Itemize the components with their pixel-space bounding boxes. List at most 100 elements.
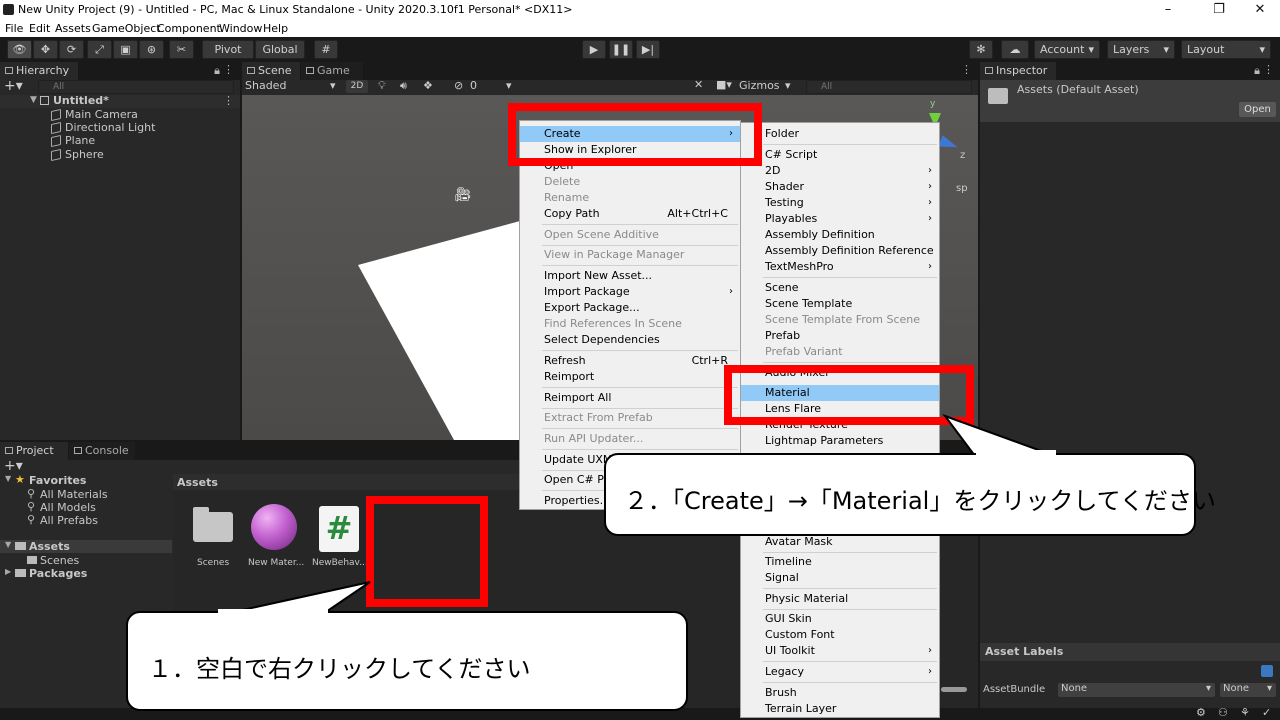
menu-file[interactable]: File bbox=[5, 22, 23, 35]
menu-item-refresh[interactable]: Refresh Ctrl+R bbox=[520, 353, 740, 369]
tab-game[interactable]: Game bbox=[301, 62, 363, 80]
menu-item-assembly-definition-reference[interactable]: Assembly Definition Reference bbox=[741, 243, 939, 259]
menu-item-signal[interactable]: Signal bbox=[741, 570, 939, 586]
hierarchy-search-input[interactable]: All bbox=[38, 80, 234, 94]
asset-variant-dropdown[interactable]: None ▾ bbox=[1220, 683, 1276, 697]
add-object-button[interactable]: +▾ bbox=[4, 78, 23, 94]
menu-item-prefab[interactable]: Prefab bbox=[741, 328, 939, 344]
menu-item-textmeshpro[interactable]: TextMeshPro › bbox=[741, 259, 939, 275]
menu-item-physic-material[interactable]: Physic Material bbox=[741, 591, 939, 607]
collapse-arrow-icon[interactable]: ▶ bbox=[5, 567, 11, 576]
menu-window[interactable]: Window bbox=[219, 22, 262, 35]
kebab-menu-icon[interactable]: ⋮ bbox=[1263, 63, 1274, 76]
cache-icon[interactable]: ⚇ bbox=[1218, 706, 1228, 719]
view-tool-button[interactable]: 👁 bbox=[7, 40, 32, 59]
pivot-toggle[interactable]: Pivot bbox=[202, 40, 254, 59]
layout-dropdown[interactable]: Layout ▾ bbox=[1181, 40, 1271, 59]
menu-item-folder[interactable]: Folder bbox=[741, 126, 939, 142]
rect-tool-button[interactable]: ▣ bbox=[113, 40, 138, 59]
global-toggle[interactable]: Global bbox=[255, 40, 305, 59]
menu-item-csharp-script[interactable]: C# Script bbox=[741, 147, 939, 163]
tab-console[interactable]: Console bbox=[69, 442, 135, 460]
rotate-tool-button[interactable]: ⟳ bbox=[59, 40, 84, 59]
effects-icon[interactable]: ❖ bbox=[423, 79, 433, 92]
tools-icon[interactable]: ✕ bbox=[694, 78, 703, 91]
scene-search-input[interactable]: All bbox=[806, 80, 972, 94]
hierarchy-item[interactable]: Directional Light bbox=[0, 121, 240, 135]
tab-inspector[interactable]: Inspector bbox=[980, 62, 1056, 80]
collab-button[interactable]: ✻ bbox=[969, 40, 993, 59]
layers-dropdown[interactable]: Layers ▾ bbox=[1107, 40, 1175, 59]
menu-item-select-dependencies[interactable]: Select Dependencies bbox=[520, 332, 740, 348]
visibility-icon[interactable]: ⊘ bbox=[454, 79, 463, 92]
open-button[interactable]: Open bbox=[1239, 102, 1276, 117]
menu-item-import-package[interactable]: Import Package › bbox=[520, 284, 740, 300]
menu-edit[interactable]: Edit bbox=[29, 22, 50, 35]
menu-help[interactable]: Help bbox=[263, 22, 288, 35]
check-icon[interactable]: ✓ bbox=[1262, 706, 1271, 719]
menu-item-scene-template[interactable]: Scene Template bbox=[741, 296, 939, 312]
tab-scene[interactable]: Scene bbox=[242, 62, 300, 80]
zoom-slider[interactable] bbox=[941, 687, 967, 692]
menu-item-terrain-layer[interactable]: Terrain Layer bbox=[741, 701, 939, 717]
scene-row[interactable]: ▼ Untitled* ⋮ bbox=[0, 94, 240, 108]
lock-icon[interactable]: 🔒︎ bbox=[1254, 64, 1260, 78]
grid-snap-button[interactable]: # bbox=[314, 40, 338, 59]
gizmos-dropdown[interactable]: Gizmos ▾ bbox=[739, 79, 795, 93]
breadcrumb-assets[interactable]: Assets bbox=[177, 476, 218, 489]
favorite-item[interactable]: ⚲ All Prefabs bbox=[0, 513, 172, 527]
menu-item-lightmap-parameters[interactable]: Lightmap Parameters bbox=[741, 433, 939, 449]
pause-button[interactable]: ❚❚ bbox=[609, 40, 633, 59]
scenes-folder-row[interactable]: Scenes bbox=[0, 554, 172, 567]
play-button[interactable]: ▶ bbox=[582, 40, 606, 59]
kebab-menu-icon[interactable]: ⋮ bbox=[961, 63, 972, 76]
account-dropdown[interactable]: Account ▾ bbox=[1034, 40, 1100, 59]
mode-2d-toggle[interactable]: 2D bbox=[346, 80, 368, 93]
cloud-button[interactable]: ☁ bbox=[1001, 40, 1029, 59]
maximize-button[interactable]: ❐ bbox=[1209, 2, 1229, 17]
favorites-row[interactable]: ▼ ★ Favorites bbox=[0, 473, 172, 487]
menu-item-copy-path[interactable]: Copy Path Alt+Ctrl+C bbox=[520, 206, 740, 222]
menu-item-reimport-all[interactable]: Reimport All bbox=[520, 390, 740, 406]
menu-item-scene[interactable]: Scene bbox=[741, 280, 939, 296]
menu-item-gui-skin[interactable]: GUI Skin bbox=[741, 611, 939, 627]
kebab-menu-icon[interactable]: ⋮ bbox=[223, 94, 234, 107]
hierarchy-item[interactable]: Sphere bbox=[0, 148, 240, 162]
expand-arrow-icon[interactable]: ▼ bbox=[5, 474, 11, 483]
menu-item-shader[interactable]: Shader › bbox=[741, 179, 939, 195]
hierarchy-item[interactable]: Plane bbox=[0, 134, 240, 148]
menu-item-testing[interactable]: Testing › bbox=[741, 195, 939, 211]
menu-item-custom-font[interactable]: Custom Font bbox=[741, 627, 939, 643]
expand-arrow-icon[interactable]: ▼ bbox=[30, 95, 37, 105]
menu-assets[interactable]: Assets bbox=[55, 22, 91, 35]
assets-folder-row[interactable]: ▼ Assets bbox=[0, 540, 172, 553]
menu-item-reimport[interactable]: Reimport bbox=[520, 369, 740, 385]
kebab-menu-icon[interactable]: ⋮ bbox=[223, 63, 234, 76]
lock-icon[interactable]: 🔒︎ bbox=[214, 64, 220, 78]
menu-item-assembly-definition[interactable]: Assembly Definition bbox=[741, 227, 939, 243]
transform-tool-button[interactable]: ⊛ bbox=[139, 40, 164, 59]
label-tag-icon[interactable] bbox=[1261, 665, 1273, 677]
camera-icon[interactable]: ■▾ bbox=[716, 78, 732, 91]
shading-mode-dropdown[interactable]: Shaded ▾ bbox=[242, 79, 342, 94]
custom-tool-button[interactable]: ✂ bbox=[169, 40, 194, 59]
move-tool-button[interactable]: ✥ bbox=[33, 40, 58, 59]
favorite-item[interactable]: ⚲ All Materials bbox=[0, 487, 172, 501]
menu-item-brush[interactable]: Brush bbox=[741, 685, 939, 701]
expand-arrow-icon[interactable]: ▼ bbox=[5, 540, 11, 549]
bug-icon[interactable]: ⚘ bbox=[1240, 706, 1250, 719]
menu-gameobject[interactable]: GameObject bbox=[92, 22, 161, 35]
menu-item-playables[interactable]: Playables › bbox=[741, 211, 939, 227]
menu-item-import-new-asset[interactable]: Import New Asset... bbox=[520, 268, 740, 284]
progress-icon[interactable]: ⚙ bbox=[1196, 706, 1206, 719]
asset-bundle-dropdown[interactable]: None ▾ bbox=[1058, 683, 1215, 697]
audio-icon[interactable]: 🔊︎ bbox=[400, 79, 407, 93]
menu-item-export-package[interactable]: Export Package... bbox=[520, 300, 740, 316]
create-asset-button[interactable]: +▾ bbox=[4, 458, 23, 474]
menu-component[interactable]: Component bbox=[157, 22, 221, 35]
menu-item-ui-toolkit[interactable]: UI Toolkit › bbox=[741, 643, 939, 659]
chevron-down-icon[interactable]: ▾ bbox=[506, 79, 512, 92]
hierarchy-item[interactable]: Main Camera bbox=[0, 108, 240, 122]
projection-label[interactable]: sp bbox=[956, 183, 968, 194]
close-button[interactable]: ✕ bbox=[1250, 2, 1270, 17]
